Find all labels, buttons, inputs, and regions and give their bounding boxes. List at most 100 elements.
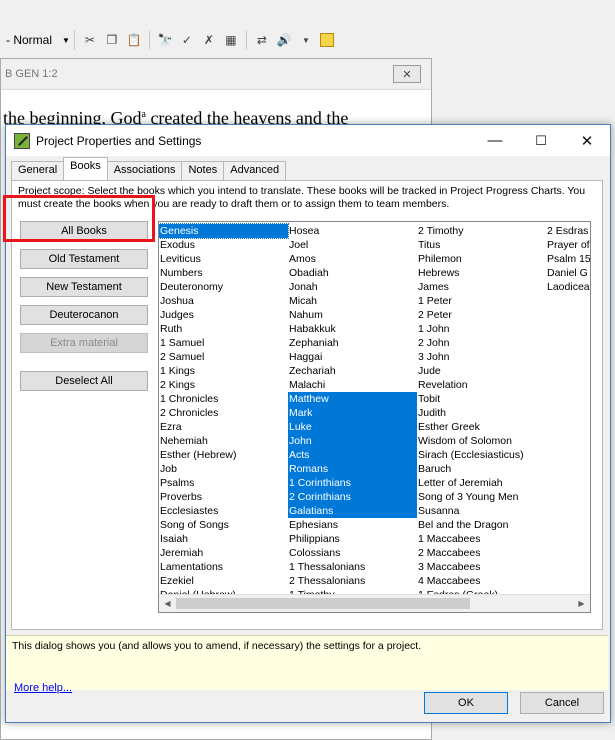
book-item[interactable]: 1 Thessalonians xyxy=(288,560,417,574)
book-item[interactable]: James xyxy=(417,280,546,294)
tab-books[interactable]: Books xyxy=(63,157,108,180)
book-item[interactable]: Isaiah xyxy=(159,532,288,546)
book-item[interactable]: Leviticus xyxy=(159,252,288,266)
book-item[interactable]: Tobit xyxy=(417,392,546,406)
book-item[interactable]: Proverbs xyxy=(159,490,288,504)
book-item[interactable]: 2 Chronicles xyxy=(159,406,288,420)
minimize-icon[interactable]: — xyxy=(472,125,518,156)
book-item[interactable]: Judges xyxy=(159,308,288,322)
book-item[interactable]: 2 John xyxy=(417,336,546,350)
book-item[interactable]: Haggai xyxy=(288,350,417,364)
sync-icon[interactable]: ⇄ xyxy=(254,32,270,48)
old-testament-button[interactable]: Old Testament xyxy=(20,249,148,269)
tab-associations[interactable]: Associations xyxy=(106,161,183,180)
book-item[interactable]: Genesis xyxy=(159,223,289,239)
note-icon[interactable] xyxy=(319,33,334,47)
cancel-button[interactable]: Cancel xyxy=(520,692,604,714)
book-item[interactable]: Joel xyxy=(288,238,417,252)
book-item[interactable]: 2 Samuel xyxy=(159,350,288,364)
book-item[interactable]: Revelation xyxy=(417,378,546,392)
dialog-titlebar[interactable]: Project Properties and Settings — ☐ ✕ xyxy=(6,125,610,156)
book-item[interactable]: Song of 3 Young Men xyxy=(417,490,546,504)
book-item[interactable]: Philippians xyxy=(288,532,417,546)
book-item[interactable]: Esther Greek xyxy=(417,420,546,434)
style-combo[interactable]: - Normal ▼ xyxy=(0,30,75,50)
tab-advanced[interactable]: Advanced xyxy=(223,161,287,180)
book-item[interactable]: Luke xyxy=(288,420,417,434)
book-item[interactable]: Bel and the Dragon xyxy=(417,518,546,532)
book-item[interactable]: Zephaniah xyxy=(288,336,417,350)
book-item[interactable]: 3 John xyxy=(417,350,546,364)
book-item[interactable]: Acts xyxy=(288,448,417,462)
book-item[interactable]: Nahum xyxy=(288,308,417,322)
cut-icon[interactable]: ✂ xyxy=(82,32,98,48)
book-item[interactable]: John xyxy=(288,434,417,448)
scrollbar-thumb[interactable] xyxy=(176,598,470,609)
book-item[interactable]: Exodus xyxy=(159,238,288,252)
new-testament-button[interactable]: New Testament xyxy=(20,277,148,297)
book-item[interactable]: Ezekiel xyxy=(159,574,288,588)
book-item[interactable]: Psalms xyxy=(159,476,288,490)
book-item[interactable]: Hosea xyxy=(288,224,417,238)
grid-icon[interactable]: ▦ xyxy=(223,32,239,48)
book-item[interactable]: Joshua xyxy=(159,294,288,308)
book-item[interactable]: Jeremiah xyxy=(159,546,288,560)
book-item[interactable]: 1 Corinthians xyxy=(288,476,417,490)
book-item[interactable]: 1 Samuel xyxy=(159,336,288,350)
book-item[interactable]: 1 Kings xyxy=(159,364,288,378)
tab-notes[interactable]: Notes xyxy=(181,161,225,180)
editor-close-button[interactable]: ✕ xyxy=(393,65,421,83)
more-help-link[interactable]: More help... xyxy=(14,682,72,694)
book-item[interactable]: Zechariah xyxy=(288,364,417,378)
book-item[interactable]: Sirach (Ecclesiasticus) xyxy=(417,448,546,462)
book-item[interactable]: Susanna xyxy=(417,504,546,518)
book-item[interactable]: 2 Timothy xyxy=(417,224,546,238)
book-item[interactable]: 2 Maccabees xyxy=(417,546,546,560)
book-item[interactable]: Prayer of xyxy=(546,238,590,252)
book-item[interactable]: 3 Maccabees xyxy=(417,560,546,574)
maximize-icon[interactable]: ☐ xyxy=(518,125,564,156)
book-item[interactable]: Ezra xyxy=(159,420,288,434)
book-item[interactable]: Titus xyxy=(417,238,546,252)
book-item[interactable]: Ruth xyxy=(159,322,288,336)
ok-button[interactable]: OK xyxy=(424,692,508,714)
book-item[interactable]: Wisdom of Solomon xyxy=(417,434,546,448)
deuterocanon-button[interactable]: Deuterocanon xyxy=(20,305,148,325)
book-item[interactable]: 2 Peter xyxy=(417,308,546,322)
tab-general[interactable]: General xyxy=(11,161,65,180)
paste-icon[interactable]: 📋 xyxy=(126,32,142,48)
book-item[interactable]: 2 Kings xyxy=(159,378,288,392)
book-item[interactable]: Philemon xyxy=(417,252,546,266)
book-item[interactable]: Amos xyxy=(288,252,417,266)
tools-icon[interactable]: ✗ xyxy=(201,32,217,48)
book-item[interactable]: 2 Thessalonians xyxy=(288,574,417,588)
book-item[interactable]: Nehemiah xyxy=(159,434,288,448)
book-item[interactable]: Matthew xyxy=(288,392,417,406)
book-item[interactable]: 4 Maccabees xyxy=(417,574,546,588)
book-item[interactable]: 1 Maccabees xyxy=(417,532,546,546)
deselect-all-button[interactable]: Deselect All xyxy=(20,371,148,391)
book-item[interactable]: Colossians xyxy=(288,546,417,560)
close-icon[interactable]: ✕ xyxy=(564,125,610,156)
book-item[interactable]: 1 John xyxy=(417,322,546,336)
book-item[interactable]: Hebrews xyxy=(417,266,546,280)
copy-icon[interactable]: ❐ xyxy=(104,32,120,48)
book-item[interactable]: Mark xyxy=(288,406,417,420)
book-item[interactable]: Habakkuk xyxy=(288,322,417,336)
book-item[interactable]: Esther (Hebrew) xyxy=(159,448,288,462)
book-item[interactable]: Galatians xyxy=(288,504,417,518)
book-item[interactable]: Song of Songs xyxy=(159,518,288,532)
spell-check-icon[interactable]: ✓ xyxy=(179,32,195,48)
user-audio-icon[interactable]: 🔊 xyxy=(276,32,292,48)
book-item[interactable]: 2 Esdras xyxy=(546,224,590,238)
chevron-right-icon[interactable]: ▶ xyxy=(573,595,590,612)
book-item[interactable]: Psalm 151 xyxy=(546,252,590,266)
book-item[interactable]: Micah xyxy=(288,294,417,308)
book-item[interactable]: Ecclesiastes xyxy=(159,504,288,518)
book-item[interactable]: Obadiah xyxy=(288,266,417,280)
books-horizontal-scrollbar[interactable]: ◀ ▶ xyxy=(159,594,590,612)
book-item[interactable]: Daniel G xyxy=(546,266,590,280)
book-item[interactable]: Deuteronomy xyxy=(159,280,288,294)
book-item[interactable]: Numbers xyxy=(159,266,288,280)
find-icon[interactable]: 🔭 xyxy=(157,32,173,48)
